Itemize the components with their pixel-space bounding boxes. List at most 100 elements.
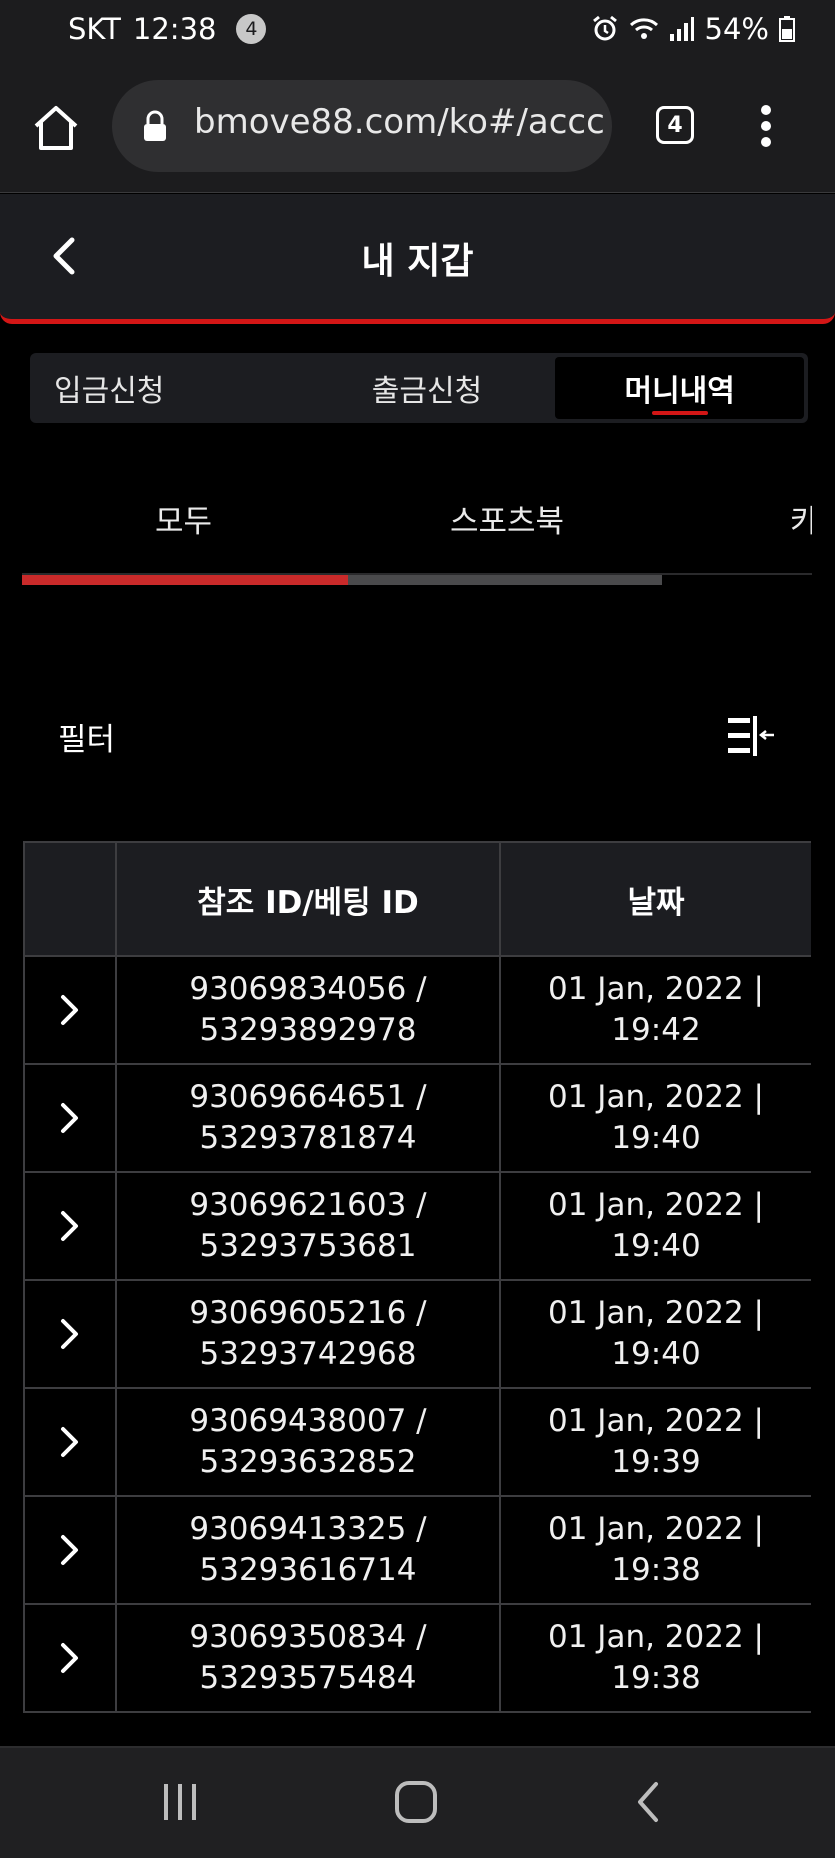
ref-bet-id-cell: 93069834056 / 53293892978: [115, 955, 501, 1065]
ref-bet-id-cell: 93069605216 / 53293742968: [115, 1279, 501, 1389]
expand-cell[interactable]: [23, 1063, 117, 1173]
column-header-date: 날짜: [499, 841, 811, 957]
expand-cell[interactable]: [23, 1387, 117, 1497]
time-text: 19:40: [611, 1120, 701, 1156]
tab-switcher-button[interactable]: 4: [656, 106, 694, 144]
bet-id: 53293616714: [199, 1552, 417, 1588]
date-cell: 01 Jan, 2022 | 19:40: [499, 1063, 811, 1173]
lock-icon: [144, 110, 166, 141]
time-text: 19:42: [611, 1012, 701, 1048]
bet-id: 53293781874: [199, 1120, 417, 1156]
battery-percent: 54%: [704, 12, 769, 46]
expand-cell[interactable]: [23, 955, 117, 1065]
notification-count-badge: 4: [236, 14, 267, 44]
more-menu-icon[interactable]: [760, 104, 772, 148]
subtab-scrollbar[interactable]: [22, 575, 662, 585]
bet-id: 53293632852: [199, 1444, 417, 1480]
ref-id: 93069664651 /: [189, 1079, 427, 1115]
date-cell: 01 Jan, 2022 | 19:39: [499, 1387, 811, 1497]
carrier-label: SKT: [68, 12, 121, 46]
tab-money-history[interactable]: 머니내역: [555, 357, 805, 419]
table-row[interactable]: 93069621603 / 53293753681 01 Jan, 2022 | 19…: [23, 1171, 811, 1281]
subtab-all[interactable]: 모두: [155, 496, 212, 541]
table-row[interactable]: 93069438007 / 53293632852 01 Jan, 2022 | 19…: [23, 1387, 811, 1497]
expand-cell[interactable]: [23, 1495, 117, 1605]
date-text: 01 Jan, 2022 |: [548, 1619, 764, 1655]
recent-apps-icon[interactable]: [160, 1780, 202, 1822]
chevron-right-icon[interactable]: [59, 1425, 81, 1459]
table-row[interactable]: 93069605216 / 53293742968 01 Jan, 2022 | 19…: [23, 1279, 811, 1389]
table-row[interactable]: 93069413325 / 53293616714 01 Jan, 2022 | 19…: [23, 1495, 811, 1605]
subtab-sportsbook[interactable]: 스포츠북: [450, 496, 564, 541]
date-cell: 01 Jan, 2022 | 19:38: [499, 1603, 811, 1713]
time-text: 19:40: [611, 1228, 701, 1264]
time-text: 19:38: [611, 1660, 701, 1696]
ref-id: 93069350834 /: [189, 1619, 427, 1655]
wifi-icon: [629, 18, 658, 39]
table-row[interactable]: 93069350834 / 53293575484 01 Jan, 2022 | 19…: [23, 1603, 811, 1713]
expand-cell[interactable]: [23, 1603, 117, 1713]
expand-cell[interactable]: [23, 1171, 117, 1281]
time-text: 19:39: [611, 1444, 701, 1480]
chevron-right-icon[interactable]: [59, 993, 81, 1027]
bet-id: 53293575484: [199, 1660, 417, 1696]
address-bar[interactable]: bmove88.com/ko#/accc: [112, 80, 612, 172]
ref-bet-id-cell: 93069413325 / 53293616714: [115, 1495, 501, 1605]
date-cell: 01 Jan, 2022 | 19:40: [499, 1279, 811, 1389]
chevron-right-icon[interactable]: [59, 1101, 81, 1135]
clock-time: 12:38: [132, 12, 217, 46]
home-nav-icon[interactable]: [394, 1780, 438, 1824]
expand-cell[interactable]: [23, 1279, 117, 1389]
column-header-expand: [23, 841, 117, 957]
ref-bet-id-cell: 93069350834 / 53293575484: [115, 1603, 501, 1713]
status-right: 54%: [591, 12, 795, 46]
tab-withdraw-request[interactable]: 출금신청: [303, 353, 552, 423]
tab-money-history-label: 머니내역: [624, 374, 735, 409]
home-icon[interactable]: [30, 102, 82, 154]
filter-label: 필터: [58, 722, 116, 758]
date-text: 01 Jan, 2022 |: [548, 1511, 764, 1547]
bet-id: 53293742968: [199, 1336, 417, 1372]
ref-id: 93069413325 /: [189, 1511, 427, 1547]
ref-id: 93069621603 /: [189, 1187, 427, 1223]
url-text: bmove88.com/ko#/accc: [194, 102, 604, 142]
ref-bet-id-cell: 93069438007 / 53293632852: [115, 1387, 501, 1497]
page-title: 내 지갑: [361, 241, 474, 282]
browser-toolbar: bmove88.com/ko#/accc 4: [0, 64, 835, 193]
ref-bet-id-cell: 93069621603 / 53293753681: [115, 1171, 501, 1281]
ref-id: 93069834056 /: [189, 971, 427, 1007]
filter-toggle-icon[interactable]: [726, 714, 776, 758]
battery-icon: [779, 16, 795, 42]
system-nav-bar: [0, 1746, 835, 1858]
chevron-right-icon[interactable]: [59, 1209, 81, 1243]
chevron-right-icon[interactable]: [59, 1533, 81, 1567]
transactions-table: 참조 ID/베팅 ID 날짜 93069834056 / 53293892978 0…: [23, 841, 811, 1721]
alarm-icon: [592, 15, 617, 41]
back-nav-icon[interactable]: [632, 1780, 666, 1824]
chevron-right-icon[interactable]: [59, 1641, 81, 1675]
date-text: 01 Jan, 2022 |: [548, 1403, 764, 1439]
date-cell: 01 Jan, 2022 | 19:38: [499, 1495, 811, 1605]
status-left: SKT 12:38 4: [68, 12, 267, 46]
column-header-ref-id: 참조 ID/베팅 ID: [115, 841, 501, 957]
sub-tabs: 모두 스포츠북 카: [22, 470, 812, 585]
date-text: 01 Jan, 2022 |: [548, 1187, 764, 1223]
app-header: 내 지갑: [0, 194, 835, 324]
status-bar: SKT 12:38 4 54%: [0, 0, 835, 64]
tab-deposit-request[interactable]: 입금신청: [30, 353, 303, 423]
ref-id: 93069605216 /: [189, 1295, 427, 1331]
signal-icon: [669, 17, 694, 41]
ref-id: 93069438007 /: [189, 1403, 427, 1439]
table-header-row: 참조 ID/베팅 ID 날짜: [23, 841, 811, 957]
time-text: 19:40: [611, 1336, 701, 1372]
bet-id: 53293753681: [199, 1228, 417, 1264]
subtab-casino[interactable]: 카: [790, 496, 812, 541]
date-cell: 01 Jan, 2022 | 19:42: [499, 955, 811, 1065]
chevron-right-icon[interactable]: [59, 1317, 81, 1351]
date-cell: 01 Jan, 2022 | 19:40: [499, 1171, 811, 1281]
ref-bet-id-cell: 93069664651 / 53293781874: [115, 1063, 501, 1173]
table-row[interactable]: 93069834056 / 53293892978 01 Jan, 2022 | 19…: [23, 955, 811, 1065]
table-row[interactable]: 93069664651 / 53293781874 01 Jan, 2022 | 19…: [23, 1063, 811, 1173]
date-text: 01 Jan, 2022 |: [548, 1079, 764, 1115]
main-tabs: 입금신청 출금신청 머니내역: [30, 353, 808, 423]
